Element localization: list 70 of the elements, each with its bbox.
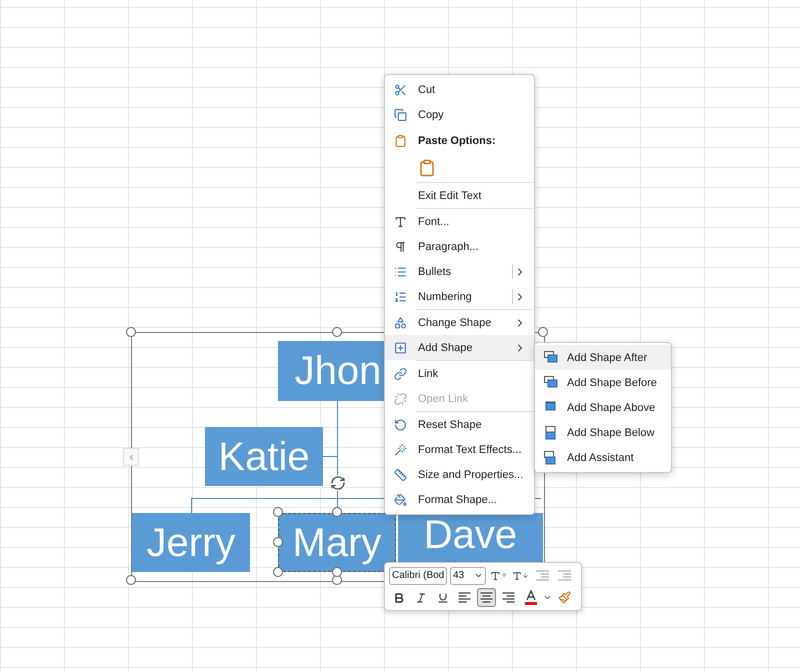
resize-handle[interactable] xyxy=(273,567,283,577)
align-button[interactable] xyxy=(477,588,496,607)
resize-handle[interactable] xyxy=(273,537,283,547)
arrow-up-icon xyxy=(500,572,507,579)
font-size-field[interactable]: 43 xyxy=(450,566,486,584)
org-chart-node: Mary xyxy=(278,513,396,572)
italic-icon xyxy=(414,592,426,604)
wand-icon xyxy=(394,443,407,456)
resize-handle[interactable] xyxy=(332,327,342,337)
menu-heading: Paste Options: xyxy=(385,127,534,154)
bold-icon xyxy=(392,592,404,604)
menu-item[interactable]: Reset Shape xyxy=(385,412,534,437)
chevron-down-icon xyxy=(474,571,483,580)
chevron-down-icon[interactable] xyxy=(543,593,552,602)
unlink-icon xyxy=(394,392,407,405)
menu-item[interactable]: Add Shape Before xyxy=(535,370,671,395)
indent-icon xyxy=(536,570,549,581)
reset-icon xyxy=(394,418,407,431)
font-color-icon xyxy=(524,590,538,605)
org-chart-node: Jerry xyxy=(132,513,250,572)
menu-item[interactable]: Change Shape xyxy=(385,310,534,335)
menu-item[interactable]: Add Assistant xyxy=(535,445,671,470)
resize-handle[interactable] xyxy=(332,507,342,517)
rotate-handle-icon[interactable] xyxy=(330,475,346,491)
pilcrow-icon xyxy=(394,240,407,253)
paintbrush-icon xyxy=(558,591,571,604)
menu-item[interactable]: Add Shape Above xyxy=(535,395,671,420)
shape-position-icon xyxy=(544,450,558,464)
resize-handle[interactable] xyxy=(538,327,548,337)
link-icon xyxy=(394,367,407,380)
menu-item[interactable]: Size and Properties... xyxy=(385,462,534,487)
letter-icon xyxy=(490,570,501,582)
menu-item[interactable]: Format Text Effects... xyxy=(385,437,534,462)
menu-item[interactable]: Add Shape After xyxy=(535,345,671,370)
resize-handle[interactable] xyxy=(126,327,136,337)
menu-item[interactable]: Copy xyxy=(385,102,534,127)
menu-item[interactable]: Format Shape... xyxy=(385,487,534,512)
resize-handle[interactable] xyxy=(126,575,136,585)
shapes-icon xyxy=(394,316,407,329)
shape-position-icon xyxy=(544,426,558,440)
paint-bucket-icon xyxy=(394,493,407,506)
list-icon xyxy=(394,265,407,278)
align-icon xyxy=(502,592,515,603)
paste-option-icon[interactable] xyxy=(418,159,436,177)
menu-item[interactable]: Paragraph... xyxy=(385,234,534,259)
square-plus-icon xyxy=(394,341,407,354)
numbered-list-icon xyxy=(394,290,407,303)
shape-position-icon xyxy=(544,350,558,364)
clipboard-icon xyxy=(394,134,407,147)
menu-item[interactable]: Add Shape Below xyxy=(535,420,671,445)
menu-item[interactable]: Exit Edit Text xyxy=(385,183,534,208)
copy-icon xyxy=(394,108,407,121)
letter-icon xyxy=(512,570,522,580)
shape-position-icon xyxy=(544,376,558,390)
scissors-icon xyxy=(394,83,407,96)
menu-item[interactable]: Numbering xyxy=(385,284,534,309)
menu-item[interactable]: Font... xyxy=(385,209,534,234)
underline-icon xyxy=(436,592,448,604)
arrow-down-icon xyxy=(522,572,529,579)
menu-item[interactable]: Cut xyxy=(385,77,534,102)
org-chart-node: Katie xyxy=(205,427,323,486)
menu-item[interactable]: Bullets xyxy=(385,259,534,284)
align-icon xyxy=(458,592,471,603)
ruler-icon xyxy=(394,468,407,481)
indent-icon xyxy=(558,570,571,581)
align-icon xyxy=(480,592,493,603)
font-name-field[interactable]: Calibri (Bod xyxy=(389,566,447,584)
resize-handle[interactable] xyxy=(273,507,283,517)
letter-icon xyxy=(394,215,407,228)
menu-item[interactable]: Add Shape xyxy=(385,335,534,360)
